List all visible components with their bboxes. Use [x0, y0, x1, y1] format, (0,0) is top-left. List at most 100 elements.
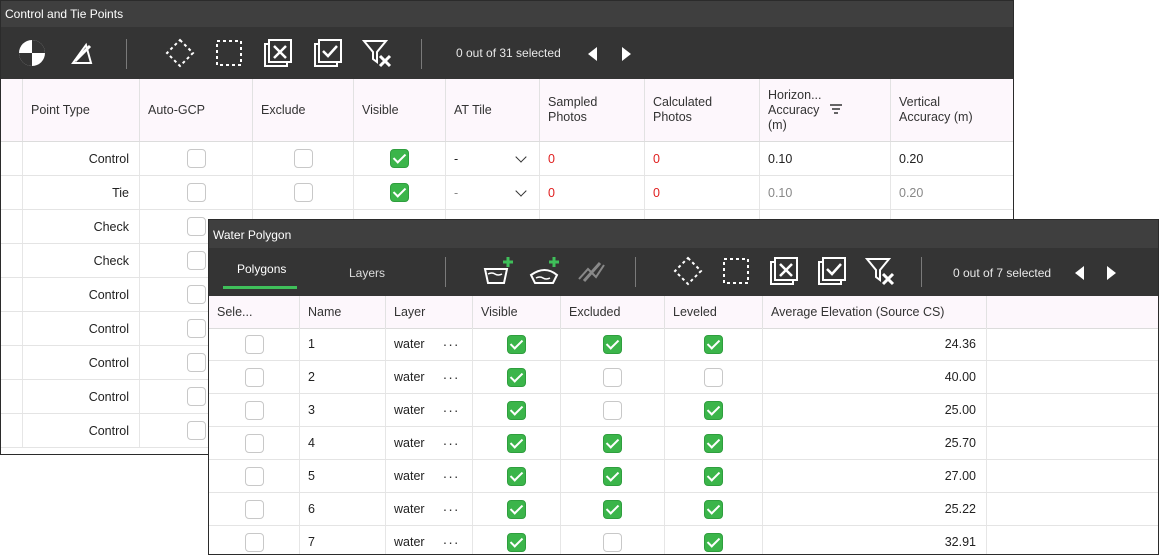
col-excluded[interactable]: Excluded [561, 296, 665, 328]
col-visible[interactable]: Visible [354, 79, 446, 141]
at-tile-select[interactable]: - [446, 176, 540, 209]
next-arrow-icon[interactable] [622, 47, 631, 61]
table-row[interactable]: Tie -0 0 0.10 0.20 [1, 176, 1013, 210]
more-icon[interactable]: ··· [443, 402, 460, 418]
table-row[interactable]: 7 water ··· 32.91 [209, 526, 1158, 554]
excluded-checkbox[interactable] [603, 532, 622, 552]
visible-checkbox[interactable] [507, 334, 526, 354]
exclude-checkbox[interactable] [293, 183, 313, 202]
select-all-icon[interactable] [815, 254, 849, 288]
select-checkbox[interactable] [244, 532, 264, 552]
auto-gcp-checkbox[interactable] [186, 353, 206, 372]
clear-filter-icon[interactable] [863, 254, 897, 288]
auto-gcp-checkbox[interactable] [186, 319, 206, 338]
select-checkbox[interactable] [244, 367, 264, 387]
table-row[interactable]: 5 water ··· 27.00 [209, 460, 1158, 493]
select-rectangle-icon[interactable] [212, 36, 246, 70]
exclude-checkbox[interactable] [293, 149, 313, 168]
tab-polygons[interactable]: Polygons [237, 262, 286, 276]
more-icon[interactable]: ··· [443, 369, 460, 385]
col-leveled[interactable]: Leveled [665, 296, 763, 328]
more-icon[interactable]: ··· [443, 501, 460, 517]
select-rectangle-icon[interactable] [719, 254, 753, 288]
select-checkbox[interactable] [244, 334, 264, 354]
visible-checkbox[interactable] [507, 400, 526, 420]
col-point-type[interactable]: Point Type [23, 79, 140, 141]
select-polygon-icon[interactable] [671, 254, 705, 288]
table-row[interactable]: 3 water ··· 25.00 [209, 394, 1158, 427]
select-checkbox[interactable] [244, 433, 264, 453]
table-row[interactable]: Control -0 0 0.10 0.20 [1, 142, 1013, 176]
auto-gcp-checkbox[interactable] [186, 285, 206, 304]
table-row[interactable]: 2 water ··· 40.00 [209, 361, 1158, 394]
col-name[interactable]: Name [300, 296, 386, 328]
more-icon[interactable]: ··· [443, 468, 460, 484]
visible-checkbox[interactable] [507, 433, 526, 453]
leveled-checkbox[interactable] [704, 433, 723, 453]
clear-filter-icon[interactable] [360, 36, 394, 70]
visible-checkbox[interactable] [507, 499, 526, 519]
prev-arrow-icon[interactable] [588, 47, 597, 61]
col-exclude[interactable]: Exclude [253, 79, 354, 141]
col-calculated-photos[interactable]: Calculated Photos [645, 79, 760, 141]
more-icon[interactable]: ··· [443, 336, 460, 352]
auto-gcp-checkbox[interactable] [186, 387, 206, 406]
visible-checkbox[interactable] [507, 367, 526, 387]
deselect-icon[interactable] [767, 254, 801, 288]
col-layer[interactable]: Layer [386, 296, 473, 328]
leveled-checkbox[interactable] [704, 367, 723, 387]
auto-gcp-checkbox[interactable] [186, 217, 206, 236]
auto-gcp-checkbox[interactable] [186, 421, 206, 440]
select-checkbox[interactable] [244, 499, 264, 519]
table-row[interactable]: 1 water ··· 24.36 [209, 328, 1158, 361]
selection-count: 0 out of 7 selected [953, 266, 1052, 280]
col-sampled-photos[interactable]: Sampled Photos [540, 79, 645, 141]
add-water-polygon-icon[interactable] [481, 254, 515, 288]
excluded-checkbox[interactable] [603, 400, 622, 420]
visible-checkbox[interactable] [507, 532, 526, 552]
leveled-checkbox[interactable] [704, 532, 723, 552]
chevron-down-icon[interactable] [515, 184, 527, 197]
excluded-checkbox[interactable] [603, 466, 622, 486]
at-tile-select[interactable]: - [446, 142, 540, 175]
select-polygon-icon[interactable] [163, 36, 197, 70]
excluded-checkbox[interactable] [603, 367, 622, 387]
auto-gcp-checkbox[interactable] [186, 149, 206, 168]
more-icon[interactable]: ··· [443, 534, 460, 550]
excluded-checkbox[interactable] [603, 499, 622, 519]
add-water-polygon-alt-icon[interactable] [528, 254, 562, 288]
leveled-checkbox[interactable] [704, 499, 723, 519]
excluded-checkbox[interactable] [603, 334, 622, 354]
visible-checkbox[interactable] [390, 149, 409, 168]
col-at-tile[interactable]: AT Tile [446, 79, 540, 141]
visible-checkbox[interactable] [390, 183, 409, 202]
more-icon[interactable]: ··· [443, 435, 460, 451]
table-row[interactable]: 6 water ··· 25.22 [209, 493, 1158, 526]
col-auto-gcp[interactable]: Auto-GCP [140, 79, 253, 141]
select-all-icon[interactable] [311, 36, 345, 70]
col-vertical-accuracy[interactable]: Vertical Accuracy (m) [891, 79, 1013, 141]
col-horizontal-accuracy[interactable]: Horizon... Accuracy (m) [760, 79, 891, 141]
auto-gcp-checkbox[interactable] [186, 183, 206, 202]
tab-layers[interactable]: Layers [349, 266, 385, 280]
select-checkbox[interactable] [244, 466, 264, 486]
visible-checkbox[interactable] [507, 466, 526, 486]
deselect-icon[interactable] [261, 36, 295, 70]
col-visible[interactable]: Visible [473, 296, 561, 328]
auto-gcp-checkbox[interactable] [186, 251, 206, 270]
chevron-down-icon[interactable] [515, 150, 527, 163]
excluded-checkbox[interactable] [603, 433, 622, 453]
leveled-checkbox[interactable] [704, 466, 723, 486]
prev-arrow-icon[interactable] [1075, 266, 1084, 280]
target-icon[interactable] [15, 36, 49, 70]
filter-sort-icon[interactable] [829, 103, 843, 114]
col-average-elevation[interactable]: Average Elevation (Source CS) [763, 296, 987, 328]
table-row[interactable]: 4 water ··· 25.70 [209, 427, 1158, 460]
next-arrow-icon[interactable] [1107, 266, 1116, 280]
edit-point-icon[interactable] [65, 36, 99, 70]
select-checkbox[interactable] [244, 400, 264, 420]
edit-polygon-icon[interactable] [575, 254, 609, 288]
leveled-checkbox[interactable] [704, 400, 723, 420]
col-select[interactable]: Sele... [209, 296, 300, 328]
leveled-checkbox[interactable] [704, 334, 723, 354]
